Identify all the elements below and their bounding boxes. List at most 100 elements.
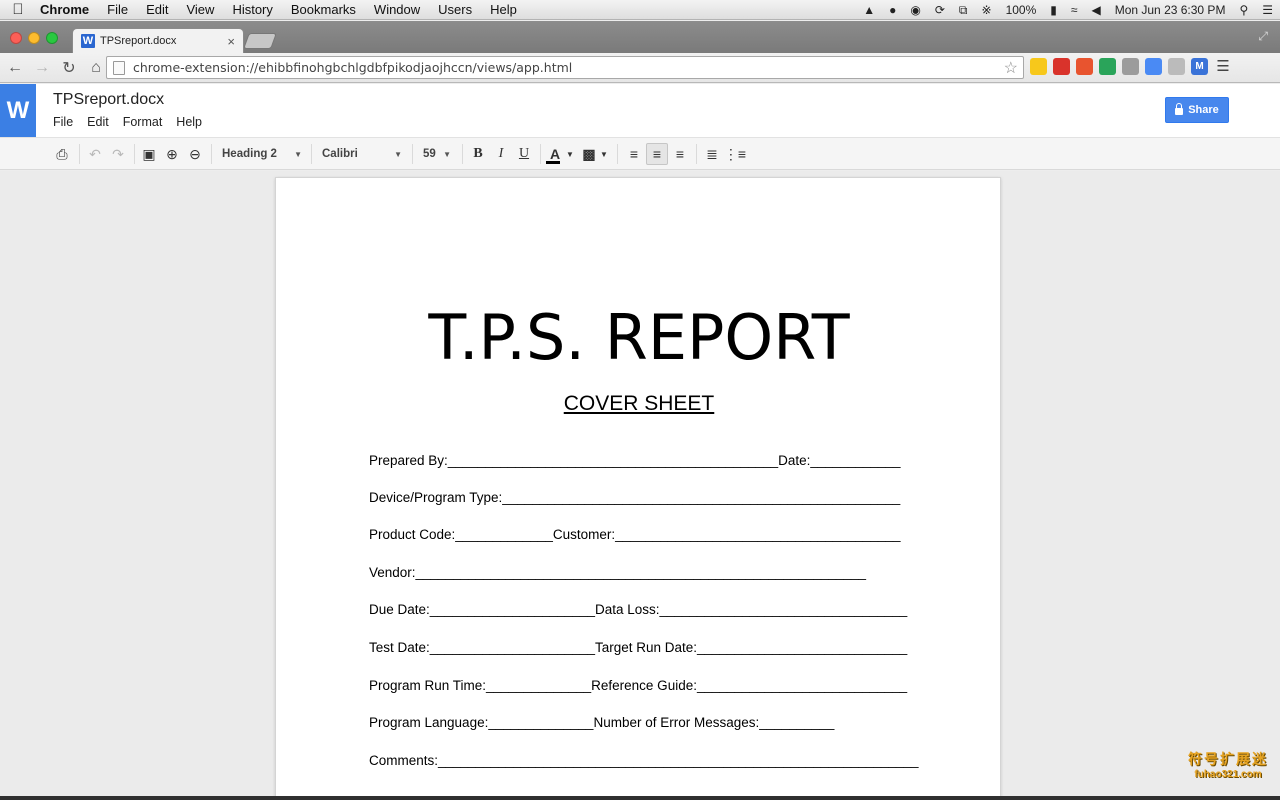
report-subtitle[interactable]: COVER SHEET [276, 392, 1002, 416]
watermark: 符号扩展迷 fuhao321.com [1188, 749, 1268, 780]
field-line-due-date[interactable]: Due Date:______________________Data Loss… [369, 602, 907, 617]
chevron-down-icon: ▼ [443, 149, 451, 159]
extension-folder-icon[interactable] [1030, 57, 1047, 75]
screen:  Chrome File Edit View History Bookmark… [0, 0, 1280, 800]
reload-icon[interactable]: ↻ [57, 56, 81, 80]
undo-icon[interactable]: ↶ [84, 143, 106, 165]
app-logo-icon: W [0, 84, 36, 137]
battery-icon[interactable]: ▮ [1043, 3, 1064, 17]
field-line-language[interactable]: Program Language:______________Number of… [369, 715, 834, 730]
paragraph-style-dropdown[interactable]: Heading 2 ▼ [216, 143, 308, 165]
redo-icon[interactable]: ↷ [107, 143, 129, 165]
toolbar-divider [462, 144, 463, 164]
new-tab-button[interactable] [243, 33, 277, 49]
bluetooth-icon[interactable]: ※ [975, 3, 999, 17]
text-color-button[interactable]: A [544, 143, 566, 165]
sync-icon[interactable]: ⟳ [928, 3, 952, 17]
wifi-icon[interactable]: ≈ [1064, 3, 1085, 17]
report-title[interactable]: T.P.S. REPORT [276, 302, 1002, 374]
font-family-dropdown[interactable]: Calibri ▼ [316, 143, 408, 165]
fit-page-icon[interactable]: ▣ [138, 143, 160, 165]
extension-puzzle-icon[interactable] [1053, 57, 1070, 75]
app-menu-edit[interactable]: Edit [87, 115, 109, 129]
align-right-icon[interactable]: ≡ [669, 143, 691, 165]
spotlight-icon[interactable]: ⚲ [1232, 3, 1255, 17]
field-line-prepared-by[interactable]: Prepared By:____________________________… [369, 453, 901, 468]
extension-drive-icon[interactable] [1099, 57, 1116, 75]
mac-menu-bookmarks[interactable]: Bookmarks [282, 2, 365, 17]
chevron-down-icon[interactable]: ▼ [600, 143, 608, 165]
address-bar[interactable]: chrome-extension://ehibbfinohgbchlgdbfpi… [106, 56, 1024, 79]
extension-maps-icon[interactable] [1145, 57, 1162, 75]
volume-icon[interactable]: ◀ [1084, 3, 1107, 17]
close-window-button[interactable] [10, 32, 22, 44]
bold-button[interactable]: B [467, 143, 489, 165]
copy-icon[interactable]: ⧉ [952, 3, 975, 18]
close-tab-icon[interactable]: × [227, 34, 235, 49]
font-family-value: Calibri [322, 148, 358, 160]
battery-label[interactable]: 100% [999, 3, 1044, 17]
extension-print-icon[interactable] [1122, 57, 1139, 75]
fullscreen-icon[interactable]: ⤢ [1258, 29, 1268, 44]
align-left-icon[interactable]: ≡ [623, 143, 645, 165]
mac-menu-view[interactable]: View [177, 2, 223, 17]
home-icon[interactable]: ⌂ [84, 56, 108, 80]
field-line-comments[interactable]: Comments:_______________________________… [369, 753, 919, 768]
app-menu-file[interactable]: File [53, 115, 73, 129]
zoom-in-icon[interactable]: ⊕ [161, 143, 183, 165]
mac-menu-window[interactable]: Window [365, 2, 429, 17]
zoom-out-icon[interactable]: ⊖ [184, 143, 206, 165]
underline-button[interactable]: U [513, 143, 535, 165]
address-url[interactable]: chrome-extension://ehibbfinohgbchlgdbfpi… [133, 60, 1004, 75]
app-menu-help[interactable]: Help [176, 115, 202, 129]
field-line-test-date[interactable]: Test Date:______________________Target R… [369, 640, 907, 655]
eye-icon[interactable]: ◉ [903, 3, 927, 17]
mac-menu-history[interactable]: History [223, 2, 281, 17]
bulleted-list-icon[interactable]: ⋮≡ [724, 143, 746, 165]
highlight-color-icon[interactable]: ▩ [578, 143, 600, 165]
window-controls [10, 32, 58, 44]
toolbar-divider [134, 144, 135, 164]
forward-icon[interactable]: → [30, 56, 54, 80]
chrome-menu-icon[interactable]: ☰ [1214, 57, 1232, 75]
word-favicon-icon: W [81, 34, 95, 48]
print-icon[interactable]: ⎙ [51, 143, 73, 165]
bookmark-star-icon[interactable]: ☆ [1004, 58, 1018, 78]
mac-menu-edit[interactable]: Edit [137, 2, 177, 17]
document-page[interactable]: T.P.S. REPORT COVER SHEET Prepared By:__… [275, 177, 1001, 800]
document-canvas[interactable]: T.P.S. REPORT COVER SHEET Prepared By:__… [0, 171, 1280, 800]
field-line-run-time[interactable]: Program Run Time:______________Reference… [369, 678, 907, 693]
notification-center-icon[interactable]: ☰ [1255, 3, 1280, 17]
field-line-vendor[interactable]: Vendor:_________________________________… [369, 565, 866, 580]
extension-cast-icon[interactable] [1168, 57, 1185, 75]
browser-tab[interactable]: W TPSreport.docx × [72, 28, 244, 53]
mac-menu-users[interactable]: Users [429, 2, 481, 17]
numbered-list-icon[interactable]: ≣ [701, 143, 723, 165]
font-size-dropdown[interactable]: 59 ▼ [417, 143, 457, 165]
mac-app-menu[interactable]: Chrome [36, 2, 98, 17]
minimize-window-button[interactable] [28, 32, 40, 44]
share-label: Share [1188, 104, 1219, 116]
mac-status-area: ▲ ● ◉ ⟳ ⧉ ※ 100% ▮ ≈ ◀ Mon Jun 23 6:30 P… [856, 0, 1280, 20]
drive-icon[interactable]: ▲ [856, 3, 882, 17]
notification-icon[interactable]: ● [882, 3, 903, 17]
back-icon[interactable]: ← [3, 56, 27, 80]
toolbar-divider [540, 144, 541, 164]
extension-mail-icon[interactable]: M [1191, 57, 1208, 75]
document-title[interactable]: TPSreport.docx [53, 91, 164, 109]
toolbar-divider [617, 144, 618, 164]
italic-button[interactable]: I [490, 143, 512, 165]
align-center-icon[interactable]: ≡ [646, 143, 668, 165]
extension-bookmark-icon[interactable] [1076, 57, 1093, 75]
apple-icon[interactable]:  [0, 1, 36, 18]
chevron-down-icon[interactable]: ▼ [566, 143, 574, 165]
screen-bottom-edge [0, 796, 1280, 800]
clock[interactable]: Mon Jun 23 6:30 PM [1108, 3, 1233, 17]
field-line-device-type[interactable]: Device/Program Type:____________________… [369, 490, 900, 505]
share-button[interactable]: Share [1165, 97, 1229, 123]
app-menu-format[interactable]: Format [123, 115, 163, 129]
zoom-window-button[interactable] [46, 32, 58, 44]
mac-menu-file[interactable]: File [98, 2, 137, 17]
field-line-product-code[interactable]: Product Code:_____________Customer:_____… [369, 527, 900, 542]
mac-menu-help[interactable]: Help [481, 2, 526, 17]
